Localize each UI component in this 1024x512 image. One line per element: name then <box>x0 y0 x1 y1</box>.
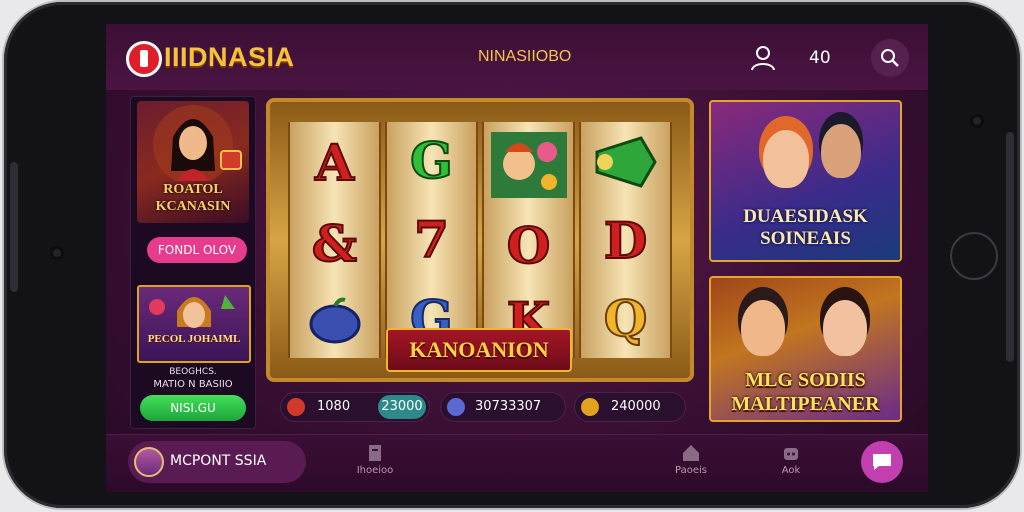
document-icon <box>369 445 381 461</box>
game-screen: IIIDNASIA NINASIIOBO 40 ROATOL KCANASIN … <box>106 24 928 492</box>
reel-symbol: & <box>311 213 358 273</box>
fruit-icon <box>309 297 360 344</box>
stat-pill-3: 240000 <box>574 392 686 422</box>
nav-item-2[interactable]: Paoeis <box>656 443 726 476</box>
game-card-1[interactable]: DUAESIDASK SOINEAIS <box>709 100 902 262</box>
game-card-1-title: DUAESIDASK SOINEAIS <box>743 206 868 249</box>
stat-value-1: 1080 <box>317 399 351 414</box>
avatar <box>134 447 164 477</box>
nav-item-1[interactable]: Ihoeioo <box>340 443 410 476</box>
side-button-right <box>1006 132 1014 362</box>
search-icon <box>881 49 899 67</box>
stat-pill-1: 1080 23000 <box>280 392 430 422</box>
follow-button[interactable]: FONDL OLOV <box>147 237 247 263</box>
profile-button[interactable]: MCPONT SSIA <box>128 441 306 483</box>
left-promo-panel: ROATOL KCANASIN FONDL OLOV PECOL JOHAIML… <box>130 96 256 429</box>
stat-pill-2: 30733307 <box>440 392 566 422</box>
reel-symbol: D <box>603 211 648 271</box>
home-button[interactable] <box>950 232 998 280</box>
stat-value-4: 240000 <box>611 399 661 414</box>
slot-machine[interactable]: A & G 7 G O K D Q KANOANION <box>266 98 694 382</box>
reel-symbol: Q <box>603 289 649 349</box>
nav-item-3[interactable]: Aok <box>756 443 826 476</box>
nav-label-1: Ihoeioo <box>356 465 394 476</box>
slot-banner: KANOANION <box>386 328 572 372</box>
featured-game-card[interactable]: ROATOL KCANASIN <box>137 101 249 223</box>
phone-frame: IIIDNASIA NINASIIOBO 40 ROATOL KCANASIN … <box>4 2 1020 508</box>
featured-game-title: ROATOL KCANASIN <box>155 182 231 214</box>
coin-count: 40 <box>809 48 831 68</box>
info-line-1: BEOGHCS. <box>169 367 217 377</box>
reel-1: A & <box>288 122 381 358</box>
top-bar: IIIDNASIA NINASIIOBO 40 <box>106 24 928 90</box>
reel-symbol: G <box>409 131 454 191</box>
promo-character <box>149 295 235 328</box>
character-portrait <box>763 130 809 188</box>
chip-icon <box>447 398 465 416</box>
reel-4: D Q <box>579 122 672 358</box>
profile-name: MCPONT SSIA <box>170 453 267 469</box>
wild-symbol-icon <box>595 136 657 188</box>
chat-button[interactable] <box>861 441 903 483</box>
reel-symbol: A <box>314 132 355 192</box>
game-card-2-title: MLG SODIIS MALTIPEANER <box>731 369 880 415</box>
logo-text: IIIDNASIA <box>164 42 295 72</box>
promo-game-card[interactable]: PECOL JOHAIML <box>137 285 251 363</box>
character-portrait <box>741 300 785 356</box>
reels: A & G 7 G O K D Q <box>288 122 672 358</box>
reel-3: O K <box>482 122 575 358</box>
stat-value-3: 30733307 <box>475 399 542 414</box>
coin-icon <box>581 398 599 416</box>
house-icon <box>683 445 699 461</box>
reel-2: G 7 G <box>385 122 478 358</box>
reel-symbol: O <box>506 215 552 275</box>
header-title: NINASIIOBO <box>478 48 572 65</box>
bottom-nav: MCPONT SSIA Ihoeioo Paoeis Aok <box>106 434 928 492</box>
chat-icon <box>873 454 891 470</box>
gem-icon <box>287 398 305 416</box>
search-button[interactable] <box>871 39 909 77</box>
stat-value-2: 23000 <box>378 395 426 419</box>
promo-game-title: PECOL JOHAIML <box>147 333 241 345</box>
game-card-2[interactable]: MLG SODIIS MALTIPEANER <box>709 276 902 422</box>
character-portrait <box>153 105 242 181</box>
left-cta-button[interactable]: NISI.GU <box>140 395 246 421</box>
info-line-2: MATIO N BASIIO <box>153 379 233 390</box>
bot-icon <box>784 448 798 460</box>
sensor <box>970 114 984 128</box>
character-symbol-icon <box>490 132 567 199</box>
side-button <box>10 162 18 292</box>
logo-icon <box>126 41 162 77</box>
character-portrait <box>821 124 861 178</box>
character-portrait <box>823 300 867 356</box>
reel-symbol: 7 <box>413 209 450 269</box>
nav-label-2: Paoeis <box>675 465 707 476</box>
front-camera <box>50 246 64 260</box>
nav-label-3: Aok <box>781 465 801 476</box>
user-icon[interactable] <box>749 44 777 72</box>
